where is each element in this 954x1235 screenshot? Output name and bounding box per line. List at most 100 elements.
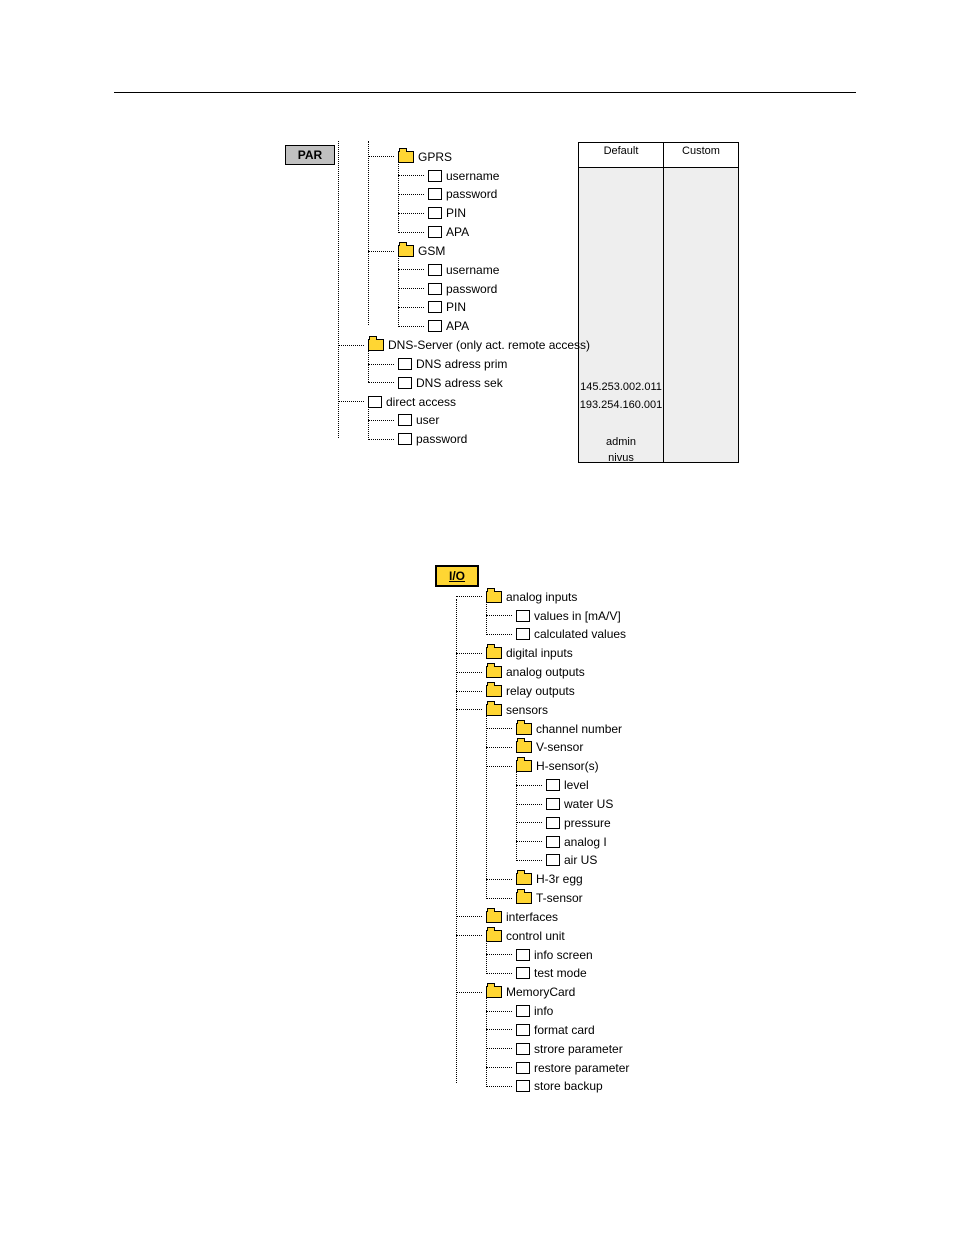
tree-label: relay outputs — [506, 684, 575, 698]
file-icon — [428, 226, 442, 238]
file-icon — [428, 188, 442, 200]
file-icon — [546, 817, 560, 829]
tree-label: analog inputs — [506, 590, 577, 604]
tree-label: store backup — [534, 1079, 603, 1093]
file-icon — [546, 854, 560, 866]
tree-node: pressure — [516, 815, 756, 830]
file-icon — [428, 320, 442, 332]
tree-node: H-3r egg — [486, 871, 756, 886]
folder-icon — [486, 647, 502, 659]
file-icon — [398, 433, 412, 445]
tree-node: interfaces — [456, 909, 756, 924]
tree-node: strore parameter — [486, 1041, 756, 1056]
tree-node: DNS adress sek — [368, 375, 573, 390]
tree-node: user — [368, 413, 573, 428]
tree-label: info — [534, 1004, 553, 1018]
folder-icon — [398, 151, 414, 163]
par-values-table: Default Custom 145.253.002.011 193.254.1… — [578, 142, 739, 463]
tree-label: format card — [534, 1023, 595, 1037]
folder-icon — [398, 245, 414, 257]
tree-node: analog outputs — [456, 664, 756, 679]
par-tree: GPRSusernamepasswordPINAPAGSMusernamepas… — [338, 145, 573, 446]
tree-label: interfaces — [506, 910, 558, 924]
tree-node: APA — [398, 318, 573, 333]
tree-node: channel number — [486, 721, 756, 736]
io-tree: analog inputs values in [mA/V] calculated … — [456, 585, 756, 1093]
tree-node: sensors — [456, 702, 756, 717]
tree-node: digital inputs — [456, 645, 756, 660]
default-value: nivus — [579, 452, 663, 464]
tree-node: info screen — [486, 947, 756, 962]
file-icon — [516, 1043, 530, 1055]
file-icon — [368, 396, 382, 408]
tree-node: restore parameter — [486, 1060, 756, 1075]
tree-node: direct access — [338, 394, 573, 409]
tree-node: password — [398, 187, 573, 202]
tree-label: control unit — [506, 929, 565, 943]
tree-node: relay outputs — [456, 683, 756, 698]
tree-node: values in [mA/V] — [486, 608, 756, 623]
file-icon — [546, 798, 560, 810]
io-title: I/O — [449, 569, 465, 583]
tree-label: password — [416, 432, 467, 446]
file-icon — [516, 610, 530, 622]
folder-icon — [516, 723, 532, 735]
tree-node: control unit — [456, 928, 756, 943]
tree-node: PIN — [398, 205, 573, 220]
tree-node: store backup — [486, 1079, 756, 1094]
file-icon — [516, 1062, 530, 1074]
folder-icon — [516, 760, 532, 772]
file-icon — [398, 377, 412, 389]
folder-icon — [368, 339, 384, 351]
file-icon — [428, 207, 442, 219]
tree-label: channel number — [536, 722, 622, 736]
table-header: Custom — [664, 143, 739, 168]
folder-icon — [516, 741, 532, 753]
table-header: Default — [579, 143, 664, 168]
tree-label: username — [446, 263, 499, 277]
tree-label: level — [564, 778, 589, 792]
default-value: 145.253.002.011 — [579, 381, 663, 393]
tree-node: V-sensor — [486, 740, 756, 755]
tree-label: H-sensor(s) — [536, 759, 599, 773]
tree-label: PIN — [446, 206, 466, 220]
folder-icon — [486, 911, 502, 923]
tree-label: T-sensor — [536, 891, 583, 905]
tree-label: APA — [446, 319, 469, 333]
file-icon — [516, 967, 530, 979]
tree-node: air US — [516, 853, 756, 868]
tree-label: password — [446, 282, 497, 296]
file-icon — [428, 264, 442, 276]
file-icon — [516, 628, 530, 640]
tree-node: username — [398, 168, 573, 183]
file-icon — [516, 949, 530, 961]
tree-node: APA — [398, 224, 573, 239]
default-value: 193.254.160.001 — [579, 399, 663, 411]
tree-label: V-sensor — [536, 740, 583, 754]
tree-label: DNS adress prim — [416, 357, 507, 371]
file-icon — [516, 1080, 530, 1092]
file-icon — [516, 1005, 530, 1017]
tree-node: info — [486, 1003, 756, 1018]
tree-label: pressure — [564, 816, 611, 830]
tree-node: H-sensor(s) — [486, 758, 756, 773]
tree-node: password — [398, 281, 573, 296]
io-section-box: I/O — [435, 565, 479, 587]
tree-label: username — [446, 169, 499, 183]
file-icon — [428, 301, 442, 313]
tree-label: PIN — [446, 300, 466, 314]
default-value: admin — [579, 436, 663, 448]
tree-node: DNS-Server (only act. remote access) — [338, 337, 573, 352]
tree-label: GPRS — [418, 150, 452, 164]
tree-node: test mode — [486, 966, 756, 981]
tree-label: DNS-Server (only act. remote access) — [388, 338, 590, 352]
tree-node: level — [516, 777, 756, 792]
tree-node: format card — [486, 1022, 756, 1037]
tree-label: calculated values — [534, 627, 626, 641]
tree-label: APA — [446, 225, 469, 239]
tree-label: DNS adress sek — [416, 376, 503, 390]
file-icon — [428, 170, 442, 182]
tree-label: restore parameter — [534, 1061, 629, 1075]
tree-label: sensors — [506, 703, 548, 717]
tree-node: analog I — [516, 834, 756, 849]
